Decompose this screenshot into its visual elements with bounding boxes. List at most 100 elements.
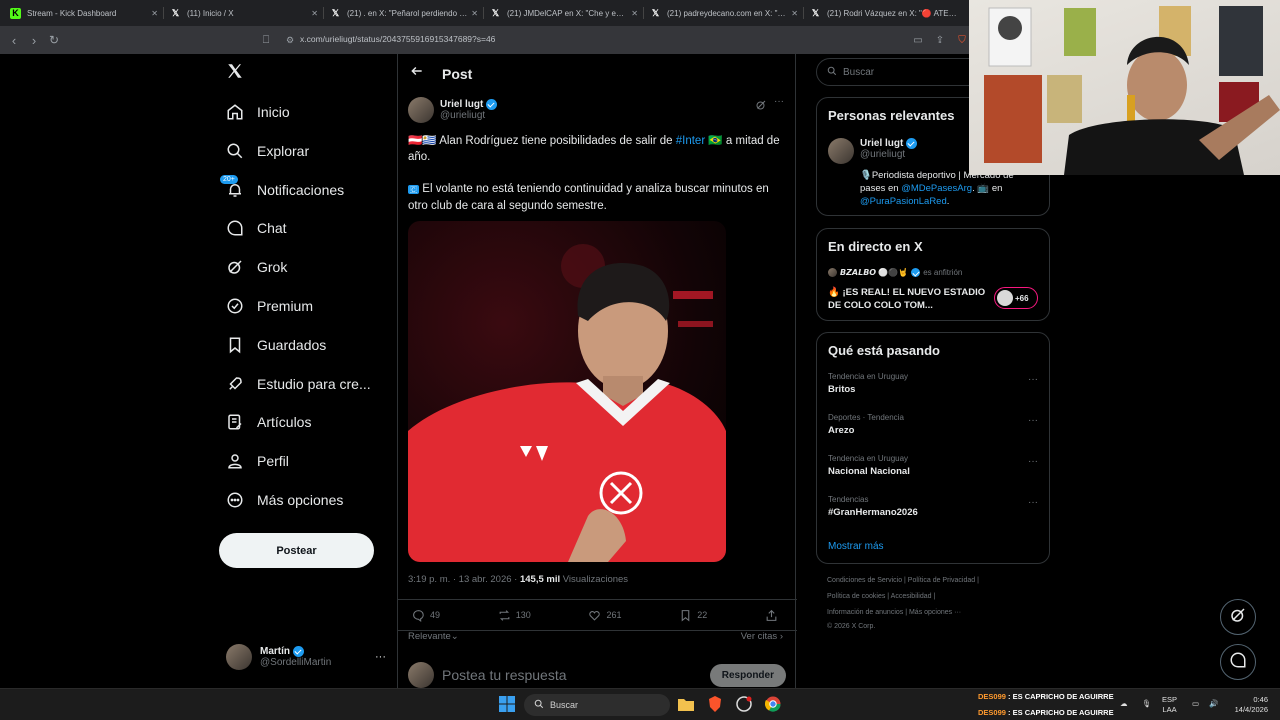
view-quotes-link[interactable]: Ver citas › bbox=[741, 631, 783, 642]
author-handle[interactable]: @urieliugt bbox=[440, 110, 497, 121]
tab-x-3[interactable]: 𝕏 (21) JMDelCAP en X: "Che y eso? ht...✕ bbox=[484, 0, 644, 26]
avatar bbox=[408, 662, 434, 688]
trend-item[interactable]: Tendencias #GranHermano2026 ··· bbox=[828, 495, 1038, 518]
tab-title: (21) padreydecano.com en X: "Minu... bbox=[667, 8, 787, 18]
bookmark-button[interactable]: 22 bbox=[679, 609, 707, 622]
like-count: 261 bbox=[606, 610, 622, 620]
share-icon bbox=[766, 609, 777, 621]
mic-icon[interactable]: 🎙 bbox=[1142, 699, 1152, 709]
share-icon[interactable]: ⇪ bbox=[930, 35, 950, 46]
host-name[interactable]: 𝘽𝙕𝘼𝙇𝘽𝙊 ⚪⚫🤘 bbox=[840, 268, 908, 277]
grok-icon[interactable] bbox=[755, 98, 767, 116]
close-icon[interactable]: ✕ bbox=[631, 9, 638, 18]
post-author[interactable]: Uriel lugt @urieliugt bbox=[408, 97, 498, 123]
back-icon[interactable]: ‹ bbox=[4, 33, 24, 48]
sidebar-item-notifications[interactable]: 20+ Notificaciones bbox=[220, 175, 344, 202]
account-switcher[interactable]: Martín @SordelliMartin ··· bbox=[226, 644, 386, 670]
more-icon[interactable]: ··· bbox=[1028, 497, 1038, 508]
show-more-link[interactable]: Mostrar más bbox=[828, 541, 884, 552]
footer-links[interactable]: Información de anuncios | Más opciones ·… bbox=[827, 609, 961, 616]
author-name[interactable]: Uriel lugt bbox=[440, 99, 483, 110]
more-icon[interactable]: ··· bbox=[1028, 456, 1038, 467]
reply-input[interactable]: Postea tu respuesta bbox=[442, 667, 710, 683]
trend-topic: Arezo bbox=[828, 425, 855, 436]
sort-relevant-dropdown[interactable]: Relevante⌄ bbox=[408, 631, 459, 642]
more-icon[interactable]: ··· bbox=[1028, 415, 1038, 426]
listener-count: +66 bbox=[1015, 293, 1029, 303]
close-icon[interactable]: ✕ bbox=[151, 9, 158, 18]
live-host-row: 𝘽𝙕𝘼𝙇𝘽𝙊 ⚪⚫🤘 es anfitrión bbox=[828, 268, 962, 277]
card-title: En directo en X bbox=[828, 239, 923, 254]
relevant-person[interactable]: Uriel lugt @urieliugt bbox=[828, 138, 918, 164]
hashtag-link[interactable]: #Inter bbox=[676, 135, 705, 147]
tab-x-2[interactable]: 𝕏 (21) . en X: "Peñarol perdiendo por... ✕ bbox=[324, 0, 484, 26]
mention-link[interactable]: @PuraPasionLaRed bbox=[860, 196, 947, 207]
tab-kick[interactable]: K Stream - Kick Dashboard ✕ bbox=[4, 0, 164, 26]
author-avatar[interactable] bbox=[408, 97, 434, 123]
bookmark-page-icon[interactable]: ⎕ bbox=[256, 34, 276, 47]
cast-icon[interactable]: ▭ bbox=[908, 35, 928, 46]
network-icon[interactable]: ▭ bbox=[1192, 699, 1199, 709]
sidebar-item-premium[interactable]: Premium bbox=[226, 294, 313, 318]
post-photo[interactable] bbox=[408, 221, 726, 562]
sidebar-item-home[interactable]: Inicio bbox=[226, 100, 290, 124]
sidebar-item-explore[interactable]: Explorar bbox=[226, 139, 309, 163]
reload-icon[interactable]: ↻ bbox=[44, 33, 64, 47]
trend-item[interactable]: Tendencia en Uruguay Nacional Nacional ··· bbox=[828, 454, 1038, 477]
windows-start-icon[interactable] bbox=[498, 695, 516, 713]
taskbar-search[interactable]: Buscar bbox=[524, 694, 670, 716]
more-icon[interactable]: ··· bbox=[774, 96, 784, 107]
reply-submit-button[interactable]: Responder bbox=[709, 663, 786, 687]
tab-x-4[interactable]: 𝕏 (21) padreydecano.com en X: "Minu... ✕ bbox=[644, 0, 804, 26]
footer-links[interactable]: Condiciones de Servicio | Política de Pr… bbox=[827, 577, 979, 584]
search-icon bbox=[226, 142, 244, 160]
language-indicator[interactable]: ESP LAA bbox=[1162, 695, 1177, 715]
tab-x-home[interactable]: 𝕏 (11) Inicio / X ✕ bbox=[164, 0, 324, 26]
trend-item[interactable]: Deportes · Tendencia Arezo ··· bbox=[828, 413, 1038, 436]
live-listeners-pill[interactable]: +66 bbox=[994, 287, 1038, 309]
tab-x-5[interactable]: 𝕏 (21) Rodri Vázquez en X: "🔴 ATEN... bbox=[804, 0, 964, 26]
sidebar-item-articles[interactable]: Artículos bbox=[226, 410, 311, 434]
sidebar-item-creator-studio[interactable]: Estudio para cre... bbox=[226, 372, 371, 396]
url-input[interactable]: x.com/urieliugt/status/20437559169153476… bbox=[300, 34, 495, 44]
live-title[interactable]: 🔥 ¡ES REAL! EL NUEVO ESTADIO DE COLO COL… bbox=[828, 286, 988, 312]
sidebar-item-label: Inicio bbox=[257, 104, 290, 120]
share-button[interactable] bbox=[765, 609, 783, 622]
x-logo-icon[interactable] bbox=[226, 62, 254, 86]
sidebar-item-label: Más opciones bbox=[257, 492, 344, 508]
messages-fab[interactable] bbox=[1220, 644, 1256, 680]
clock[interactable]: 0:46 14/4/2026 bbox=[1228, 695, 1268, 715]
trend-item[interactable]: Tendencia en Uruguay Britos ··· bbox=[828, 372, 1038, 395]
more-icon[interactable]: ··· bbox=[375, 651, 386, 663]
site-settings-icon[interactable]: ⚙ bbox=[280, 35, 300, 46]
sidebar-item-grok[interactable]: Grok bbox=[226, 255, 287, 279]
sidebar-item-profile[interactable]: Perfil bbox=[226, 449, 289, 473]
post-button[interactable]: Postear bbox=[219, 533, 374, 568]
close-icon[interactable]: ✕ bbox=[791, 9, 798, 18]
x-icon: 𝕏 bbox=[491, 7, 500, 18]
forward-icon[interactable]: › bbox=[24, 33, 44, 48]
grok-fab[interactable] bbox=[1220, 599, 1256, 635]
repost-button[interactable]: 130 bbox=[498, 609, 531, 622]
file-explorer-icon[interactable] bbox=[677, 695, 695, 713]
back-arrow-icon[interactable] bbox=[410, 64, 424, 83]
cloud-icon[interactable]: ☁ bbox=[1120, 699, 1128, 709]
volume-icon[interactable]: 🔊 bbox=[1209, 699, 1218, 709]
sidebar-item-chat[interactable]: Chat bbox=[226, 216, 287, 240]
footer-links[interactable]: Política de cookies | Accesibilidad | bbox=[827, 593, 935, 600]
like-button[interactable]: 261 bbox=[588, 609, 622, 622]
brave-browser-icon[interactable] bbox=[706, 695, 724, 713]
reply-button[interactable]: 49 bbox=[412, 609, 440, 622]
sidebar-item-more[interactable]: Más opciones bbox=[226, 488, 343, 512]
chrome-icon[interactable] bbox=[764, 695, 782, 713]
sort-label: Relevante bbox=[408, 631, 451, 642]
obs-icon[interactable] bbox=[735, 695, 753, 713]
mention-link[interactable]: @MDePasesArg bbox=[901, 183, 972, 194]
ticker-user: DES099 bbox=[978, 708, 1006, 717]
close-icon[interactable]: ✕ bbox=[311, 9, 318, 18]
post-timestamp[interactable]: 3:19 p. m. · 13 abr. 2026 · bbox=[408, 574, 520, 585]
close-icon[interactable]: ✕ bbox=[471, 9, 478, 18]
more-icon[interactable]: ··· bbox=[1028, 374, 1038, 385]
sidebar-item-label: Artículos bbox=[257, 414, 312, 430]
sidebar-item-bookmarks[interactable]: Guardados bbox=[226, 333, 326, 357]
